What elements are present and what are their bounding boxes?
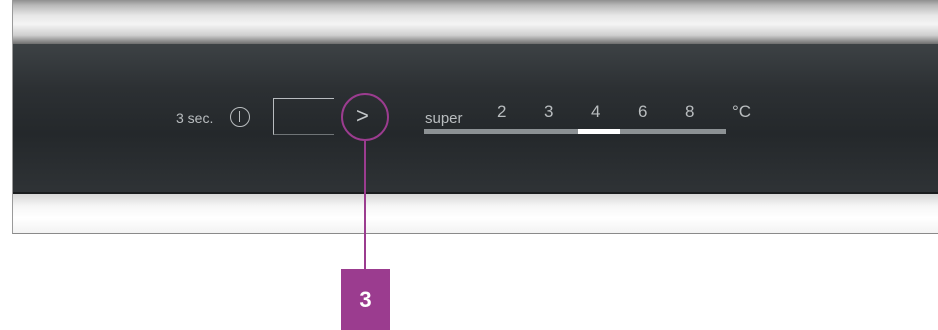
bottom-trim	[13, 194, 938, 233]
top-trim	[13, 0, 938, 44]
power-icon[interactable]	[230, 107, 250, 127]
temp-setting-4: 4	[591, 102, 601, 121]
appliance-front	[12, 0, 938, 234]
temp-setting-3: 3	[544, 102, 554, 121]
temp-setting-6: 6	[638, 102, 648, 121]
callout-number-badge: 3	[341, 269, 390, 330]
temp-setting-8: 8	[685, 102, 695, 121]
display-window	[273, 98, 334, 135]
super-mode-label: super	[425, 110, 463, 127]
callout-leader-line	[364, 141, 366, 269]
temperature-bar	[424, 129, 726, 134]
control-panel	[13, 44, 938, 194]
figure: 3 sec. > super 2 3 4 6 8 °C 3	[0, 0, 938, 330]
selected-temperature-indicator	[578, 129, 620, 134]
temp-setting-2: 2	[497, 102, 507, 121]
temperature-unit: °C	[732, 102, 752, 121]
chevron-right-icon: >	[356, 103, 369, 128]
hold-duration-label: 3 sec.	[176, 110, 214, 126]
